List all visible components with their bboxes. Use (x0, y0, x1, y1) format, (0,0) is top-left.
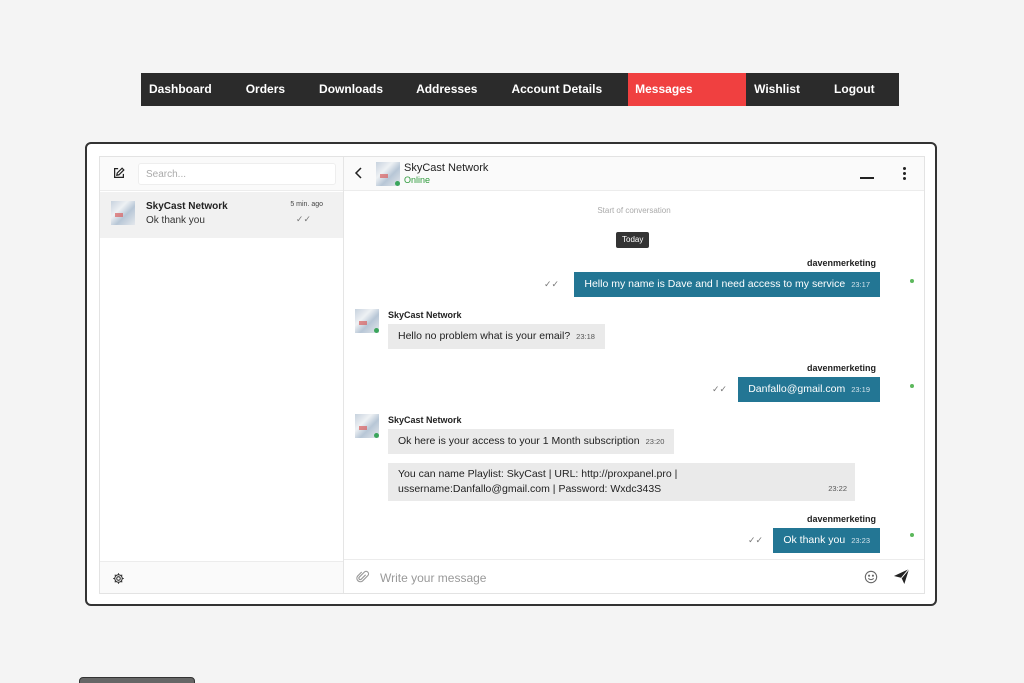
message-input[interactable] (380, 567, 850, 589)
message-bubble-outgoing: Hello my name is Dave and I need access … (574, 272, 880, 297)
message-text: Ok thank you (783, 534, 846, 546)
nav-downloads[interactable]: Downloads (319, 73, 383, 106)
contact-avatar (355, 414, 379, 438)
message-time: 23:22 (828, 484, 847, 493)
conversation-header: SkyCast Network Online (344, 157, 924, 191)
compose-icon[interactable] (112, 166, 126, 180)
double-check-icon: ✓✓ (295, 214, 311, 224)
contact-status: Online (404, 175, 431, 185)
message-text-line: You can name Playlist: SkyCast | URL: ht… (398, 468, 678, 480)
nav-addresses[interactable]: Addresses (416, 73, 477, 106)
message-bubble-incoming: You can name Playlist: SkyCast | URL: ht… (388, 463, 855, 501)
conversation-panel: SkyCast Network Ok thank you 5 min. ago … (100, 157, 344, 593)
avatar (111, 201, 135, 225)
message-composer (344, 559, 924, 593)
conversation-name: SkyCast Network (146, 201, 228, 212)
chat-widget: SkyCast Network Ok thank you 5 min. ago … (99, 156, 925, 594)
more-options-icon[interactable] (900, 167, 908, 181)
double-check-icon: ✓✓ (712, 384, 728, 394)
sent-status-dot (910, 533, 914, 537)
date-divider: Today (616, 232, 650, 248)
chat-frame: SkyCast Network Ok thank you 5 min. ago … (85, 142, 937, 606)
conversation-panel-header (100, 157, 343, 191)
message-sender: davenmerketing (806, 363, 876, 373)
message-text: Ok here is your access to your 1 Month s… (398, 435, 640, 447)
search-input[interactable] (138, 163, 336, 185)
sent-status-dot (910, 384, 914, 388)
nav-dashboard[interactable]: Dashboard (149, 73, 212, 106)
gear-icon[interactable] (112, 572, 125, 585)
message-sender: davenmerketing (806, 258, 876, 268)
message-sender: SkyCast Network (388, 415, 462, 425)
contact-name: SkyCast Network (404, 162, 489, 174)
message-bubble-incoming: Ok here is your access to your 1 Month s… (388, 429, 675, 454)
message-text-line: ussername:Danfallo@gmail.com | Password:… (398, 483, 662, 495)
minimize-icon[interactable] (860, 177, 874, 179)
message-time: 23:18 (576, 332, 595, 341)
conversation-last-message: Ok thank you (146, 215, 205, 226)
sent-status-dot (910, 279, 914, 283)
message-time: 23:20 (645, 437, 665, 446)
contact-avatar (376, 162, 400, 186)
nav-messages[interactable]: Messages (628, 73, 747, 106)
message-sender: SkyCast Network (388, 310, 462, 320)
double-check-icon: ✓✓ (748, 535, 764, 545)
conversation-panel-footer (100, 561, 343, 593)
message-text: Hello no problem what is your email? (398, 330, 571, 342)
message-sender: davenmerketing (806, 514, 876, 524)
emoji-icon[interactable] (864, 570, 878, 584)
send-icon[interactable] (893, 568, 910, 585)
conversation-view: SkyCast Network Online Start of conversa… (344, 157, 924, 593)
conversation-start-label: Start of conversation (597, 206, 671, 215)
message-thread: Start of conversation Today davenmerketi… (344, 192, 924, 559)
message-bubble-outgoing: Danfallo@gmail.com 23:19 (738, 377, 880, 402)
conversation-item[interactable]: SkyCast Network Ok thank you 5 min. ago … (100, 192, 343, 238)
double-check-icon: ✓✓ (544, 279, 560, 289)
message-time: 23:19 (851, 385, 870, 394)
message-time: 23:23 (851, 536, 870, 545)
nav-logout[interactable]: Logout (834, 73, 875, 106)
message-time: 23:17 (851, 280, 870, 289)
message-bubble-outgoing: Ok thank you 23:23 (773, 528, 880, 553)
nav-account-details[interactable]: Account Details (511, 73, 602, 106)
back-arrow-icon[interactable] (354, 166, 364, 180)
conversation-time: 5 min. ago (290, 201, 323, 208)
paperclip-icon[interactable] (356, 570, 370, 584)
nav-orders[interactable]: Orders (246, 73, 285, 106)
message-text: Danfallo@gmail.com (748, 383, 846, 395)
message-bubble-incoming: Hello no problem what is your email? 23:1… (388, 324, 605, 349)
contact-avatar (355, 309, 379, 333)
message-text: Hello my name is Dave and I need access … (584, 278, 846, 290)
account-nav: Dashboard Orders Downloads Addresses Acc… (141, 73, 899, 106)
nav-wishlist[interactable]: Wishlist (754, 73, 800, 106)
bottom-tab[interactable] (79, 677, 195, 683)
